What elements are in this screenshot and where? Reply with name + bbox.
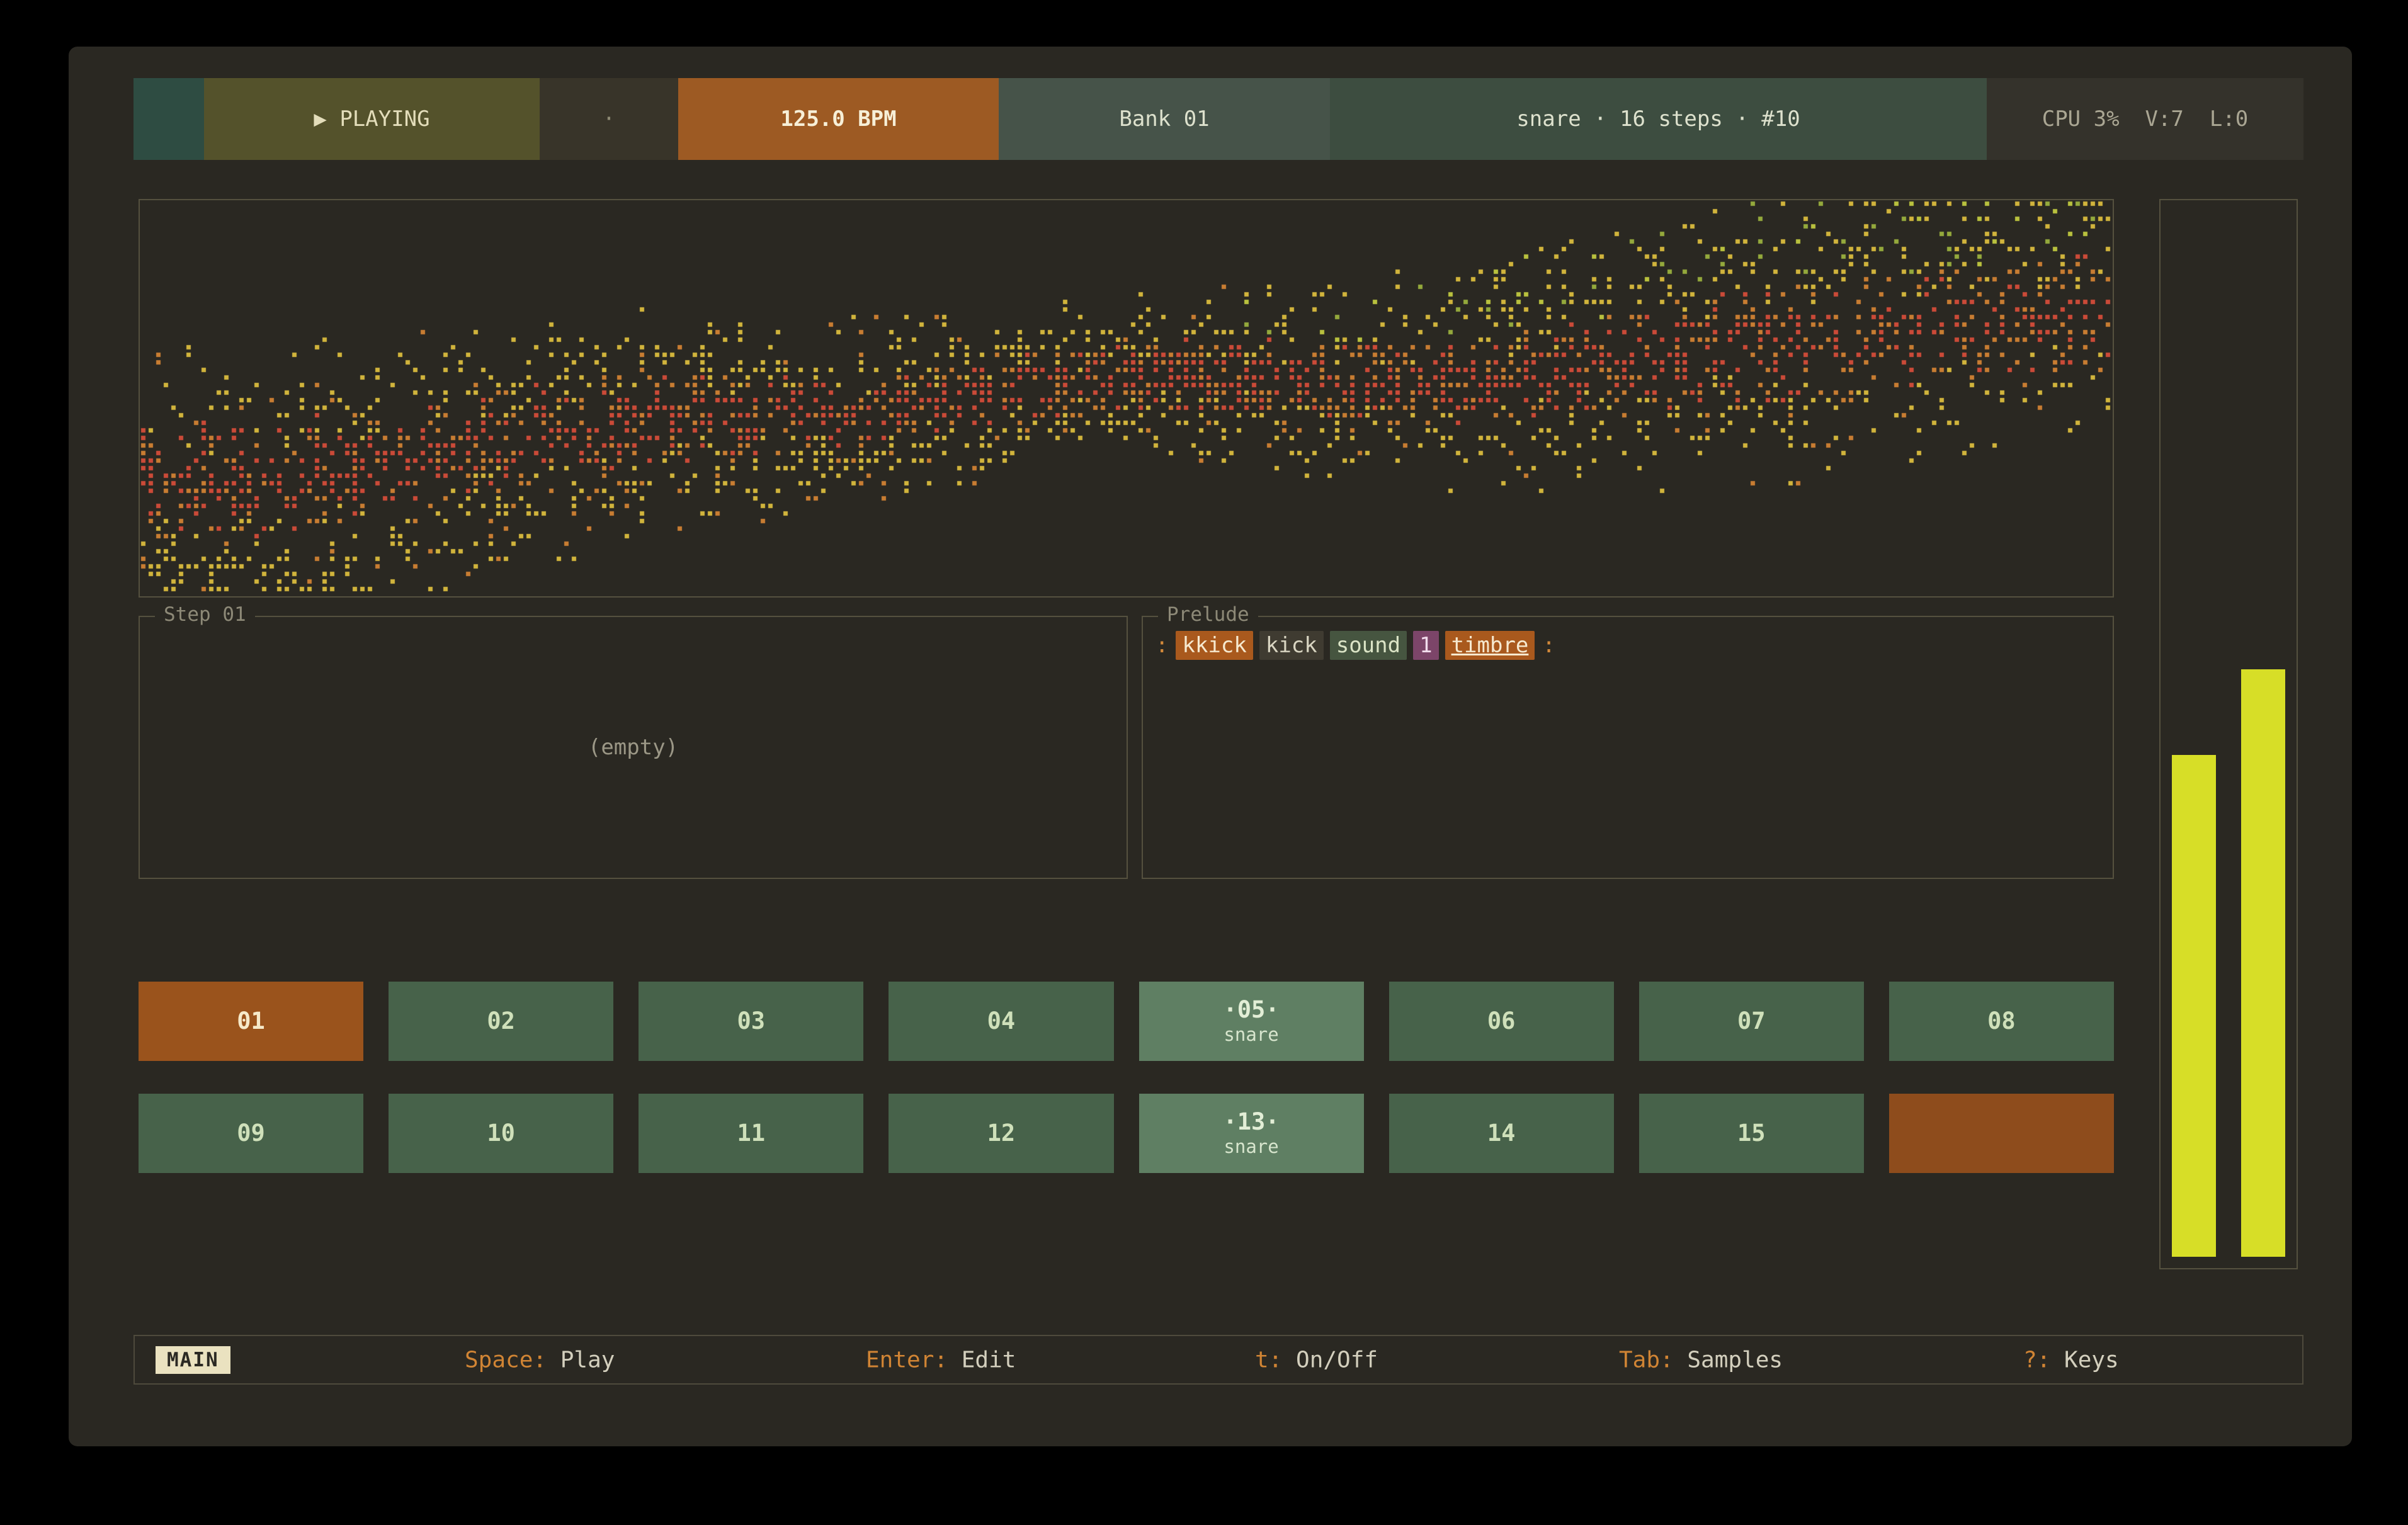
pattern-visualizer-panel xyxy=(139,199,2114,598)
topbar-separator-glyph: · xyxy=(603,106,615,132)
step-label: 10 xyxy=(487,1120,515,1147)
prelude-token-2[interactable]: kick xyxy=(1259,631,1324,660)
cpu-stats-label: CPU 3% V:7 L:0 xyxy=(2042,106,2249,132)
step-label: 01 xyxy=(237,1008,265,1035)
app-window: ▶ PLAYING · 125.0 BPM Bank 01 snare · 16… xyxy=(69,47,2352,1446)
step-label: 08 xyxy=(1987,1008,2016,1035)
level-meter-panel xyxy=(2159,199,2298,1269)
step-button-10[interactable]: 10 xyxy=(389,1094,613,1173)
step-label: ·05· xyxy=(1224,997,1280,1024)
step-label: 06 xyxy=(1487,1008,1516,1035)
track-info: snare · 16 steps · #10 xyxy=(1330,78,1987,160)
bottom-status-bar: MAIN Space: Play Enter: Edit t: On/Off Tab:… xyxy=(133,1335,2303,1385)
prelude-token-3[interactable]: sound xyxy=(1330,631,1407,660)
step-button-01[interactable]: 01 xyxy=(139,982,363,1061)
level-meter-left xyxy=(2172,755,2216,1257)
cpu-stats: CPU 3% V:7 L:0 xyxy=(1987,78,2303,160)
step-button-16[interactable] xyxy=(1889,1094,2114,1173)
prelude-title: Prelude xyxy=(1158,603,1258,626)
step-button-12[interactable]: 12 xyxy=(889,1094,1113,1173)
step-button-07[interactable]: 07 xyxy=(1639,982,1864,1061)
step-button-02[interactable]: 02 xyxy=(389,982,613,1061)
step-label: 03 xyxy=(737,1008,766,1035)
shortcut-key: Tab: xyxy=(1619,1347,1674,1373)
shortcut-hint-3: Tab: Samples xyxy=(1619,1347,1783,1373)
shortcut-key: t: xyxy=(1255,1347,1282,1373)
topbar-separator: · xyxy=(540,78,678,160)
step-grid-row-1: 01 02 03 04 ·05·snare 06 07 08 xyxy=(139,982,2114,1061)
prelude-token-4[interactable]: 1 xyxy=(1413,631,1438,660)
step-button-04[interactable]: 04 xyxy=(889,982,1113,1061)
transport-status[interactable]: ▶ PLAYING xyxy=(204,78,540,160)
transport-status-label: ▶ PLAYING xyxy=(314,106,429,132)
step-button-03[interactable]: 03 xyxy=(639,982,863,1061)
screen: ▶ PLAYING · 125.0 BPM Bank 01 snare · 16… xyxy=(0,0,2408,1525)
shortcut-hint-2: t: On/Off xyxy=(1255,1347,1378,1373)
prelude-token-5[interactable]: timbre xyxy=(1445,631,1535,660)
shortcut-hint-1: Enter: Edit xyxy=(866,1347,1016,1373)
step-button-09[interactable]: 09 xyxy=(139,1094,363,1173)
prelude-token-0[interactable]: : xyxy=(1154,631,1169,660)
step-sub-label: snare xyxy=(1224,1136,1278,1158)
step-button-15[interactable]: 15 xyxy=(1639,1094,1864,1173)
shortcut-desc: Keys xyxy=(2050,1347,2118,1373)
step-label: 02 xyxy=(487,1008,515,1035)
step-label: 14 xyxy=(1487,1120,1516,1147)
step-grid: 01020304·05·snare060708 09101112·13·snar… xyxy=(139,982,2114,1173)
bank-label: Bank 01 xyxy=(1119,106,1209,132)
shortcut-desc: Play xyxy=(547,1347,615,1373)
step-label: 15 xyxy=(1737,1120,1766,1147)
step-sub-label: snare xyxy=(1224,1024,1278,1046)
bank-display[interactable]: Bank 01 xyxy=(999,78,1330,160)
shortcut-desc: On/Off xyxy=(1282,1347,1378,1373)
level-meter-right xyxy=(2241,669,2285,1257)
step-label: ·13· xyxy=(1224,1109,1280,1136)
prelude-token-6[interactable]: : xyxy=(1541,631,1556,660)
step-label: 12 xyxy=(987,1120,1016,1147)
shortcut-key: ?: xyxy=(2023,1347,2050,1373)
prelude-code-line[interactable]: :kkickkicksound1timbre: xyxy=(1154,631,1557,660)
shortcut-key: Space: xyxy=(465,1347,547,1373)
step-label: 09 xyxy=(237,1120,265,1147)
prelude-token-1[interactable]: kkick xyxy=(1176,631,1252,660)
shortcut-desc: Samples xyxy=(1674,1347,1783,1373)
step-empty-text: (empty) xyxy=(140,617,1127,878)
step-button-06[interactable]: 06 xyxy=(1389,982,1614,1061)
step-button-11[interactable]: 11 xyxy=(639,1094,863,1173)
step-button-08[interactable]: 08 xyxy=(1889,982,2114,1061)
prelude-panel[interactable]: Prelude :kkickkicksound1timbre: xyxy=(1142,616,2114,879)
shortcut-hint-4: ?: Keys xyxy=(2023,1347,2119,1373)
mode-badge: MAIN xyxy=(156,1346,230,1374)
step-label: 11 xyxy=(737,1120,766,1147)
step-button-05[interactable]: ·05·snare xyxy=(1139,982,1364,1061)
shortcut-hint-0: Space: Play xyxy=(465,1347,615,1373)
step-label: 04 xyxy=(987,1008,1016,1035)
step-label: 07 xyxy=(1737,1008,1766,1035)
pattern-visualizer-canvas xyxy=(140,200,2113,596)
step-grid-row-2: 09 10 11 12 ·13·snare 14 15 xyxy=(139,1094,2114,1173)
step-detail-panel: Step 01 (empty) xyxy=(139,616,1128,879)
shortcut-key: Enter: xyxy=(866,1347,948,1373)
bpm-value: 125.0 BPM xyxy=(780,106,896,132)
accent-block xyxy=(133,78,204,160)
bpm-display[interactable]: 125.0 BPM xyxy=(678,78,999,160)
shortcut-desc: Edit xyxy=(948,1347,1016,1373)
top-status-bar: ▶ PLAYING · 125.0 BPM Bank 01 snare · 16… xyxy=(133,78,2303,160)
track-info-label: snare · 16 steps · #10 xyxy=(1516,106,1800,132)
step-button-13[interactable]: ·13·snare xyxy=(1139,1094,1364,1173)
step-button-14[interactable]: 14 xyxy=(1389,1094,1614,1173)
